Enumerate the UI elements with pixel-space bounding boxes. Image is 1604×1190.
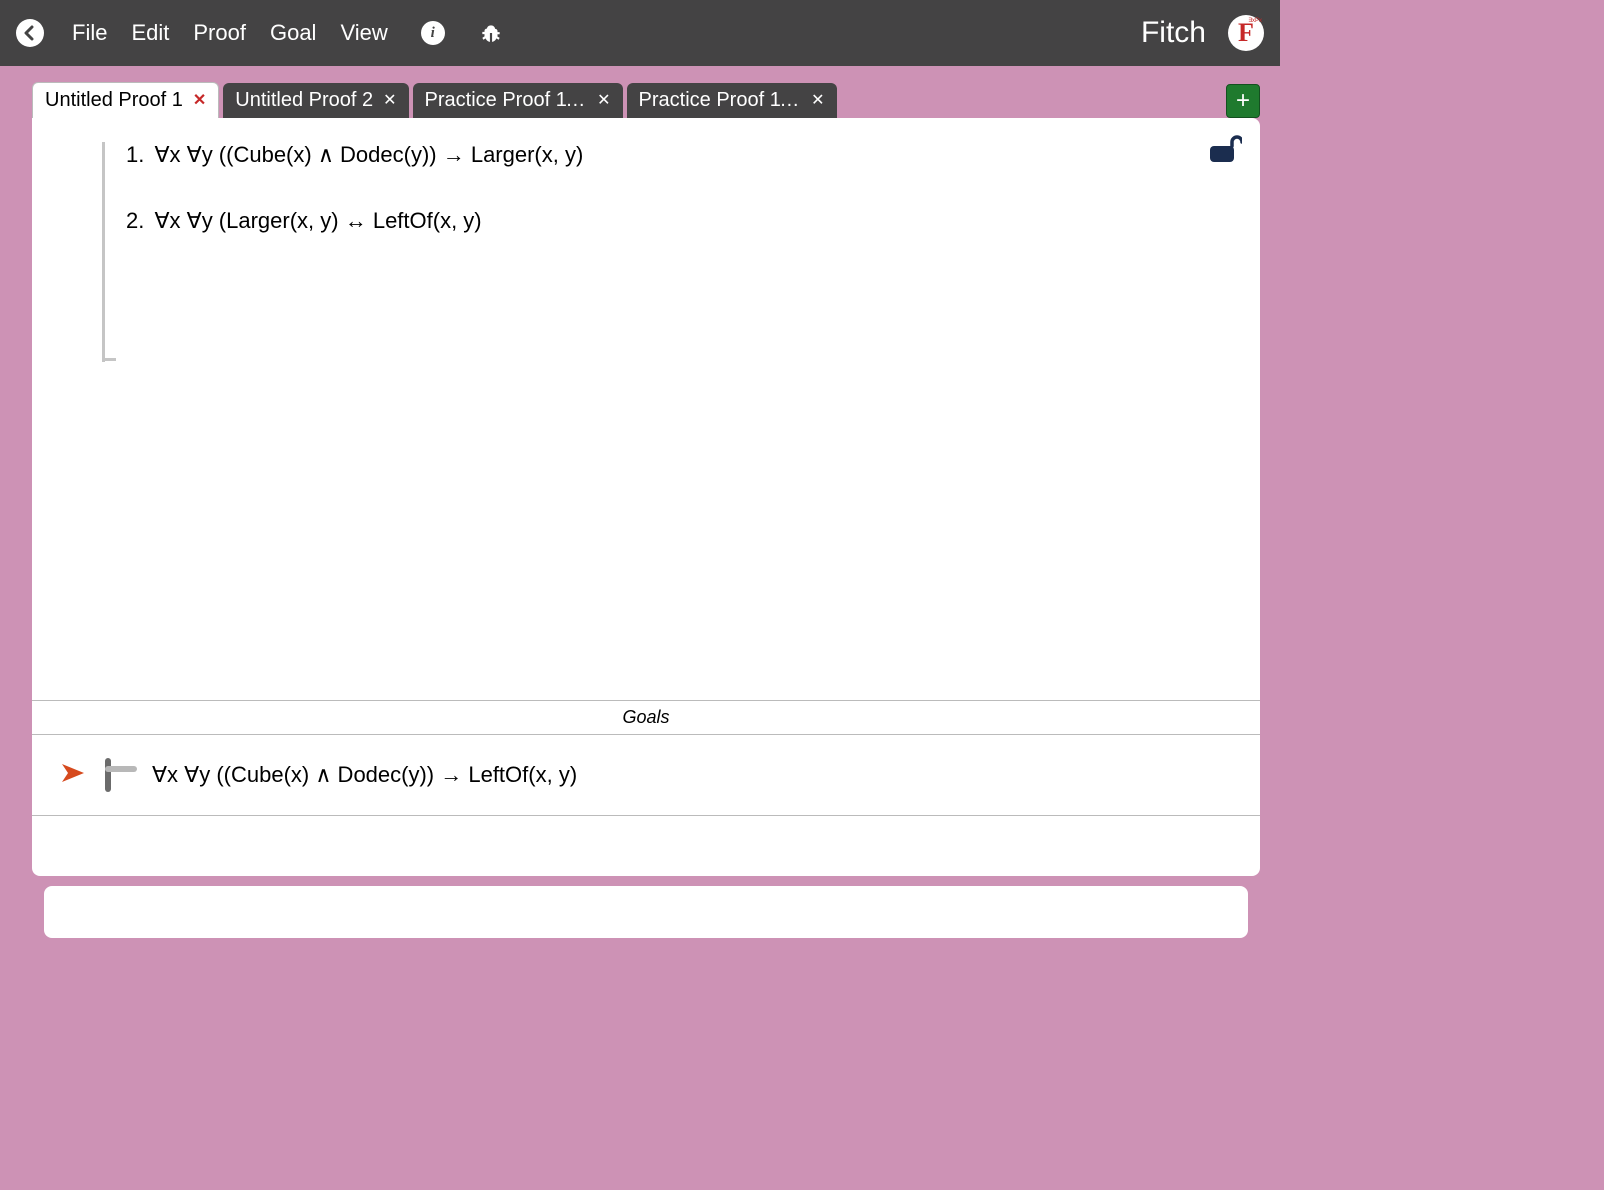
premise-row[interactable]: 2. ∀x ∀y (Larger(x, y) ↔ LeftOf(x, y): [102, 208, 1220, 234]
menu-view[interactable]: View: [340, 20, 387, 46]
formula: ∀x ∀y ((Cube(x) ∧ Dodec(y)) → Larger(x, …: [154, 142, 583, 167]
bug-button[interactable]: [478, 20, 504, 46]
back-button[interactable]: [16, 19, 44, 47]
workspace: Untitled Proof 1 ✕ Untitled Proof 2 ✕ Pr…: [0, 66, 1280, 950]
line-number: 2.: [126, 208, 144, 233]
close-icon[interactable]: ✕: [383, 93, 396, 109]
menu-proof[interactable]: Proof: [193, 20, 246, 46]
proof-area[interactable]: 1. ∀x ∀y ((Cube(x) ∧ Dodec(y)) → Larger(…: [32, 118, 1260, 700]
info-icon: i: [421, 21, 445, 45]
goals-header: Goals: [32, 700, 1260, 735]
add-tab-button[interactable]: +: [1226, 84, 1260, 118]
menu-edit[interactable]: Edit: [131, 20, 169, 46]
logo-superscript: ∃xPx: [1248, 17, 1262, 24]
arrow-left-icon: [22, 25, 38, 41]
tab-practice-2[interactable]: Practice Proof 11.2 ✕: [627, 83, 837, 118]
proof-card: 1. ∀x ∀y ((Cube(x) ∧ Dodec(y)) → Larger(…: [32, 118, 1260, 876]
app-title: Fitch: [1141, 16, 1206, 50]
card-footer: [32, 816, 1260, 876]
fitch-bar: [102, 142, 105, 362]
app-logo: F ∃xPx: [1228, 15, 1264, 51]
goal-marker-icon: [62, 762, 84, 788]
tab-label: Untitled Proof 1: [45, 89, 183, 112]
status-bar: [44, 886, 1248, 938]
plus-icon: +: [1236, 87, 1250, 115]
tab-label: Practice Proof 11.2: [639, 89, 802, 112]
line-number: 1.: [126, 142, 144, 167]
menu-bar: File Edit Proof Goal View i Fitch F ∃xPx: [0, 0, 1280, 66]
tab-label: Untitled Proof 2: [235, 89, 373, 112]
tab-row: Untitled Proof 1 ✕ Untitled Proof 2 ✕ Pr…: [12, 82, 1268, 118]
close-icon[interactable]: ✕: [811, 93, 824, 109]
goal-row[interactable]: ∀x ∀y ((Cube(x) ∧ Dodec(y)) → LeftOf(x, …: [32, 735, 1260, 816]
tab-untitled-2[interactable]: Untitled Proof 2 ✕: [223, 83, 408, 118]
close-icon[interactable]: ✕: [597, 93, 610, 109]
premise-row[interactable]: 1. ∀x ∀y ((Cube(x) ∧ Dodec(y)) → Larger(…: [102, 142, 1220, 168]
tab-untitled-1[interactable]: Untitled Proof 1 ✕: [32, 82, 219, 118]
turnstile-icon: [98, 755, 138, 795]
tab-label: Practice Proof 11.2: [425, 89, 588, 112]
menu-items: File Edit Proof Goal View i: [72, 20, 504, 46]
menu-file[interactable]: File: [72, 20, 107, 46]
tab-practice-1[interactable]: Practice Proof 11.2 ✕: [413, 83, 623, 118]
bug-icon: [478, 20, 504, 46]
info-button[interactable]: i: [420, 20, 446, 46]
close-icon[interactable]: ✕: [193, 93, 206, 109]
formula: ∀x ∀y (Larger(x, y) ↔ LeftOf(x, y): [154, 208, 481, 233]
fitch-tick: [102, 358, 116, 361]
tab-panel: Untitled Proof 1 ✕ Untitled Proof 2 ✕ Pr…: [12, 82, 1268, 876]
goal-formula: ∀x ∀y ((Cube(x) ∧ Dodec(y)) → LeftOf(x, …: [152, 762, 577, 788]
menu-goal[interactable]: Goal: [270, 20, 316, 46]
